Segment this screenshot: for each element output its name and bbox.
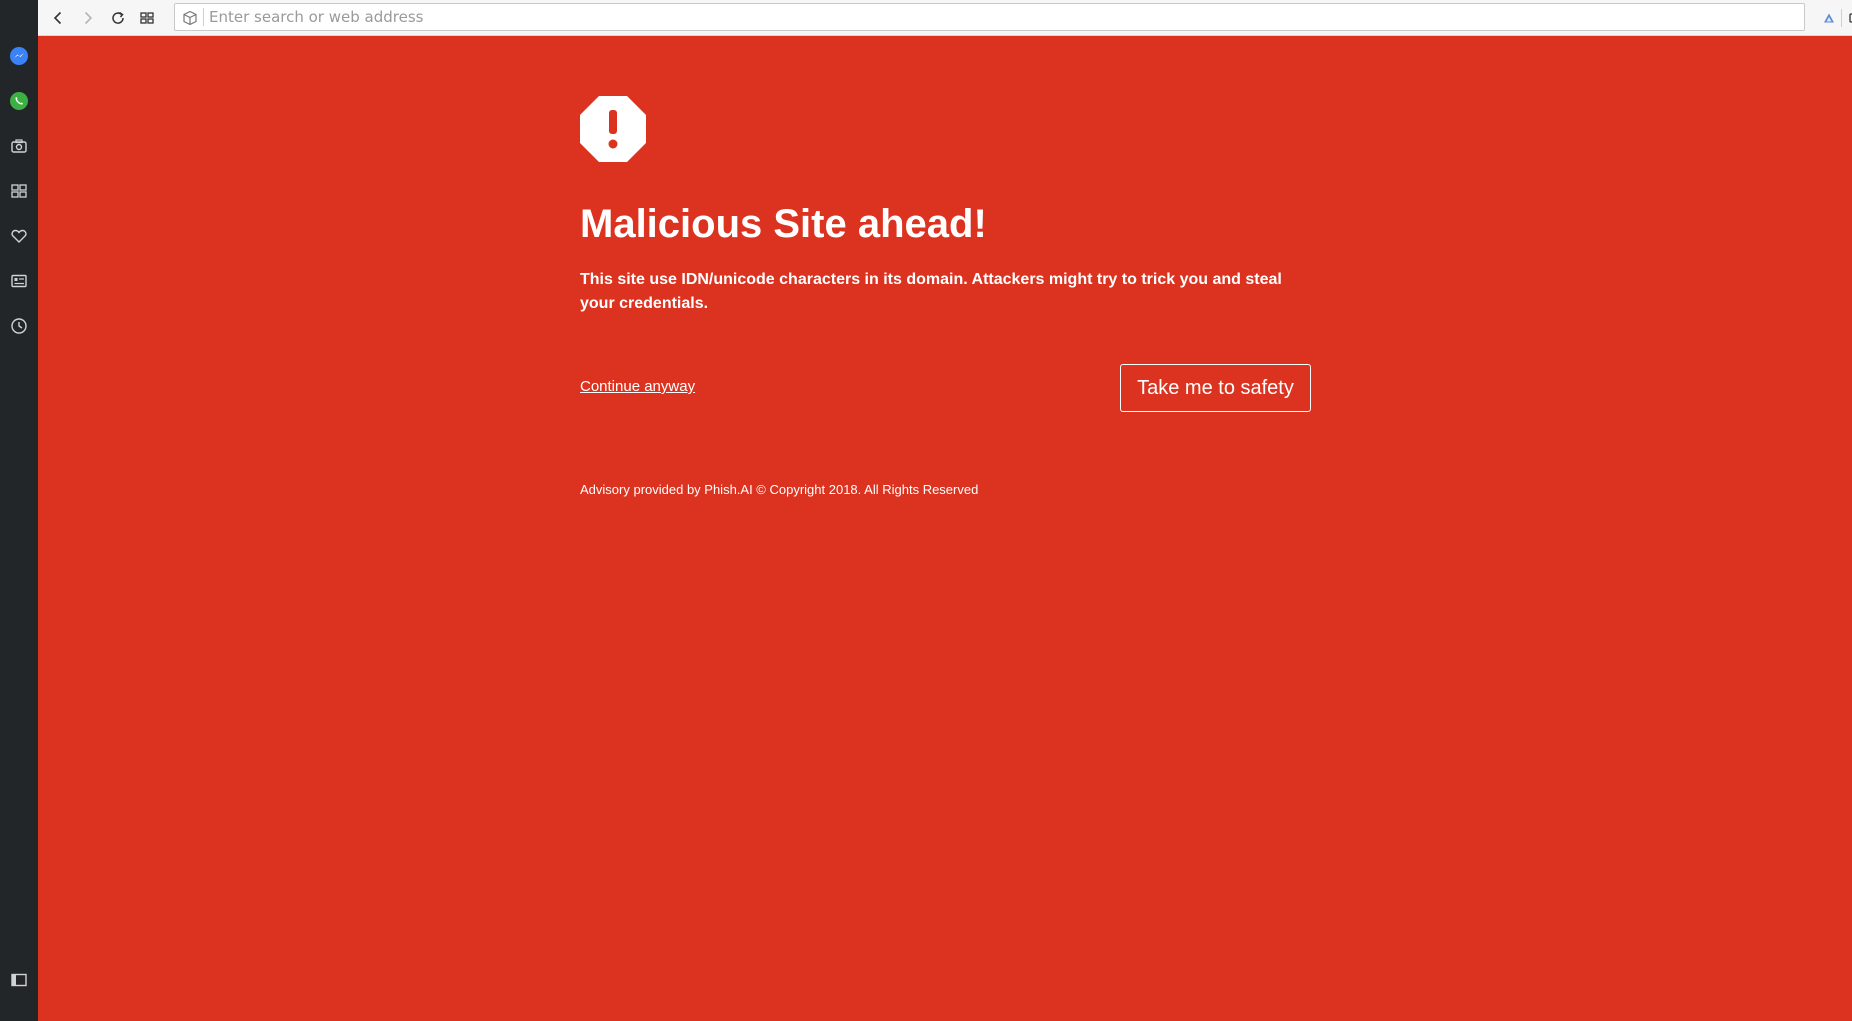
continue-anyway-link[interactable]: Continue anyway	[580, 378, 695, 395]
messenger-icon[interactable]	[7, 44, 31, 68]
warning-page: Malicious Site ahead! This site use IDN/…	[38, 36, 1852, 1021]
reload-icon[interactable]	[106, 6, 130, 30]
advisory-footer: Advisory provided by Phish.AI © Copyrigh…	[580, 482, 979, 497]
snapshot-icon[interactable]	[7, 134, 31, 158]
site-info-icon[interactable]	[182, 10, 198, 26]
toolbar-divider	[1841, 9, 1842, 27]
vpn-icon[interactable]	[1817, 6, 1841, 30]
forward-icon[interactable]	[76, 6, 100, 30]
bookmarks-icon[interactable]	[7, 224, 31, 248]
page-title: Malicious Site ahead!	[580, 202, 987, 246]
browser-toolbar	[38, 0, 1852, 36]
whatsapp-icon[interactable]	[7, 89, 31, 113]
speed-dial-icon[interactable]	[7, 179, 31, 203]
battery-saver-icon[interactable]	[1846, 6, 1852, 30]
history-icon[interactable]	[7, 314, 31, 338]
address-input[interactable]	[209, 6, 1789, 28]
warning-description: This site use IDN/unicode characters in …	[580, 271, 1282, 312]
speed-dial-icon[interactable]	[135, 6, 159, 30]
news-icon[interactable]	[7, 269, 31, 293]
address-divider	[203, 8, 204, 26]
sidebar	[0, 0, 38, 1021]
address-bar[interactable]	[174, 3, 1805, 31]
back-icon[interactable]	[46, 6, 70, 30]
alert-octagon-icon	[580, 96, 646, 162]
sidebar-toggle-icon[interactable]	[7, 968, 31, 992]
take-me-to-safety-button[interactable]: Take me to safety	[1120, 364, 1311, 412]
